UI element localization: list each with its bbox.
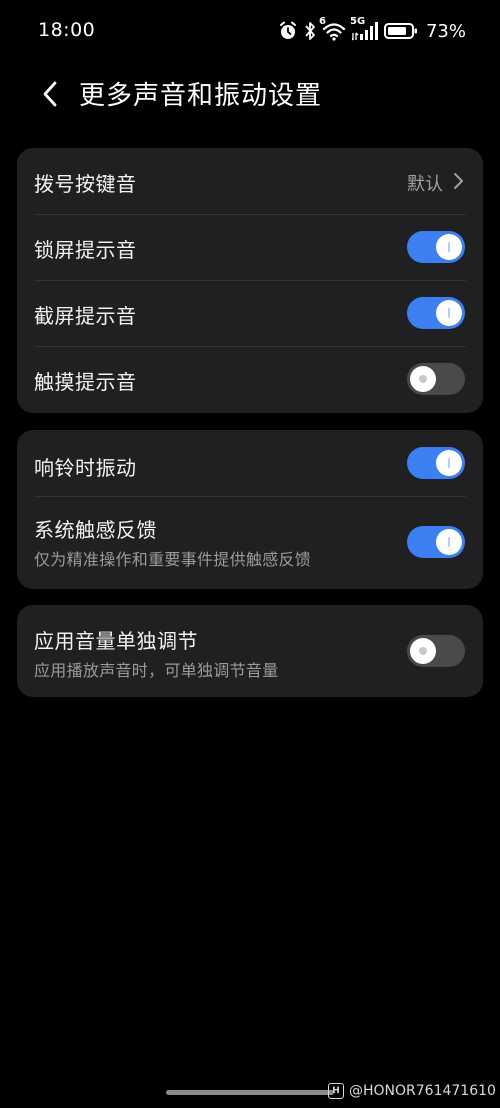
- system-haptics-toggle[interactable]: [407, 526, 465, 558]
- row-label: 应用音量单独调节: [34, 629, 198, 653]
- sound-settings-group: 拨号按键音 默认 锁屏提示音 截屏提示音 触摸提示音: [17, 148, 483, 413]
- honor-logo-icon: H: [328, 1083, 344, 1099]
- app-volume-row: 应用音量单独调节 应用播放声音时，可单独调节音量: [17, 605, 483, 697]
- home-indicator[interactable]: [166, 1090, 334, 1095]
- watermark: H @HONOR761471610: [328, 1083, 496, 1099]
- row-value: 默认: [407, 174, 443, 195]
- row-label: 响铃时振动: [34, 456, 137, 480]
- system-haptics-row: 系统触感反馈 仅为精准操作和重要事件提供触感反馈: [17, 496, 483, 589]
- chevron-left-icon: [43, 81, 57, 107]
- network-label: 5G: [349, 16, 366, 27]
- status-bar: 18:00 6 5G 73%: [0, 0, 500, 62]
- bluetooth-icon: [304, 21, 316, 41]
- vibrate-on-ring-row: 响铃时振动: [17, 430, 483, 496]
- screenshot-sound-toggle[interactable]: [407, 297, 465, 329]
- watermark-text: @HONOR761471610: [349, 1083, 496, 1099]
- header: 更多声音和振动设置: [0, 72, 500, 116]
- signal-icon: 5G: [350, 16, 378, 41]
- touch-sound-toggle[interactable]: [407, 363, 465, 395]
- dial-pad-tone-row[interactable]: 拨号按键音 默认: [17, 148, 483, 214]
- back-button[interactable]: [34, 78, 66, 110]
- status-time: 18:00: [38, 19, 96, 41]
- row-label: 锁屏提示音: [34, 238, 137, 262]
- row-subtitle: 应用播放声音时，可单独调节音量: [34, 661, 279, 680]
- chevron-right-icon: [454, 173, 463, 189]
- row-label: 拨号按键音: [34, 172, 137, 196]
- row-label: 截屏提示音: [34, 304, 137, 328]
- battery-percent: 73%: [425, 20, 466, 42]
- app-volume-group: 应用音量单独调节 应用播放声音时，可单独调节音量: [17, 605, 483, 697]
- vibrate-on-ring-toggle[interactable]: [407, 447, 465, 479]
- wifi-label: 6: [318, 16, 326, 27]
- row-subtitle: 仅为精准操作和重要事件提供触感反馈: [34, 550, 312, 569]
- battery-icon: [383, 21, 418, 41]
- app-volume-toggle[interactable]: [407, 635, 465, 667]
- row-label: 触摸提示音: [34, 370, 137, 394]
- screenshot-sound-row: 截屏提示音: [17, 280, 483, 346]
- lock-screen-sound-row: 锁屏提示音: [17, 214, 483, 280]
- wifi-icon: 6: [319, 16, 346, 41]
- vibration-settings-group: 响铃时振动 系统触感反馈 仅为精准操作和重要事件提供触感反馈: [17, 430, 483, 589]
- status-icons: 6 5G 73%: [278, 16, 466, 44]
- touch-sound-row: 触摸提示音: [17, 346, 483, 413]
- page-title: 更多声音和振动设置: [79, 81, 323, 111]
- lock-screen-sound-toggle[interactable]: [407, 231, 465, 263]
- alarm-icon: [278, 21, 298, 41]
- row-label: 系统触感反馈: [34, 518, 157, 542]
